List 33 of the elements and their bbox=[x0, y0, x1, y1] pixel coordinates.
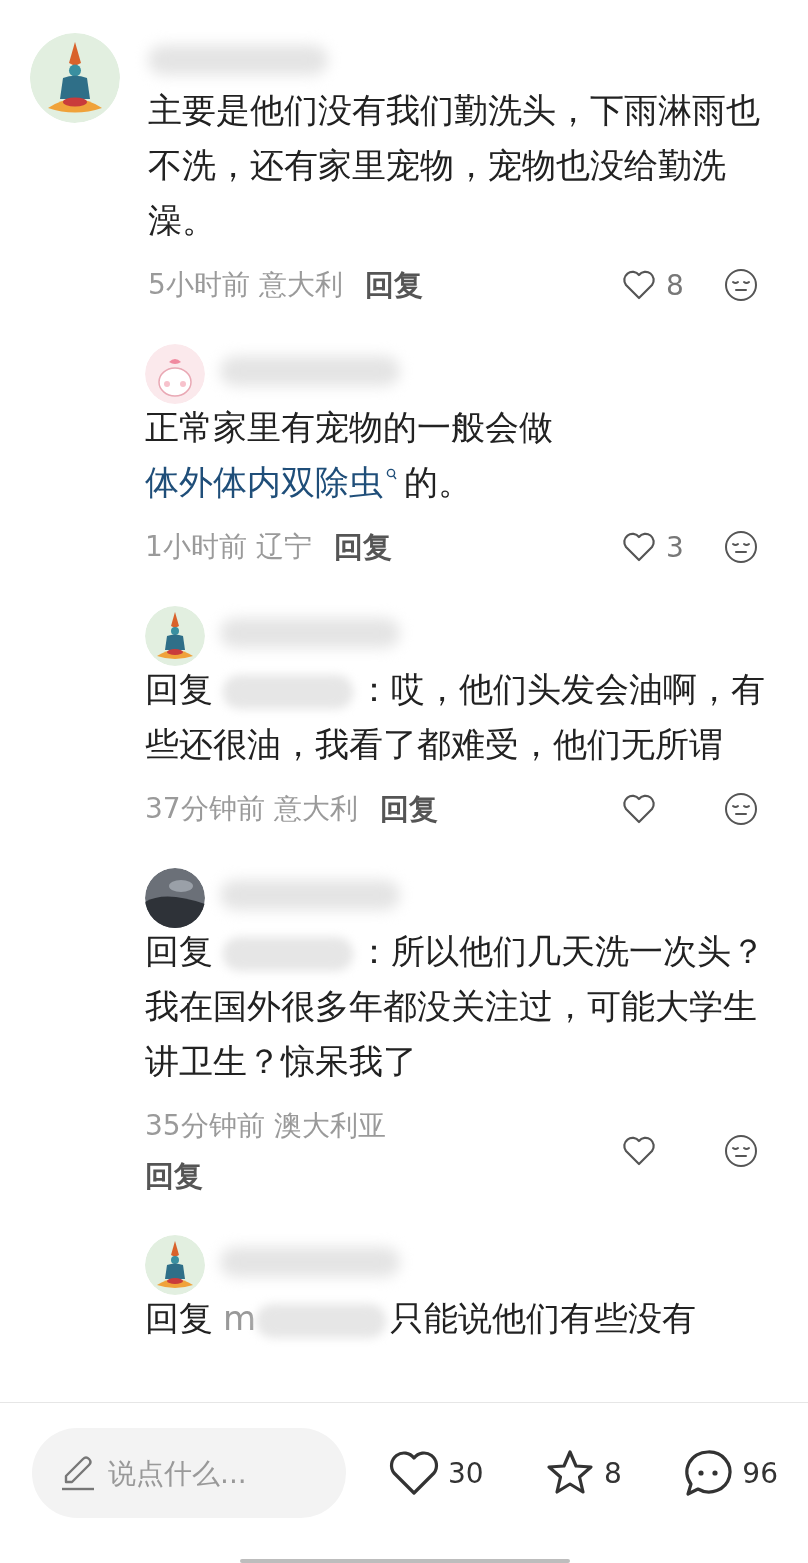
input-pill[interactable]: 说点什么... bbox=[32, 1428, 346, 1518]
heart-icon[interactable] bbox=[622, 532, 656, 562]
comment-input[interactable]: 说点什么... bbox=[106, 1455, 330, 1491]
reply-button[interactable]: 回复 bbox=[333, 522, 392, 572]
heart-icon[interactable] bbox=[622, 794, 656, 824]
comment-meta: 1小时前 辽宁 bbox=[145, 529, 312, 565]
action-count: 96 bbox=[742, 1456, 778, 1490]
comment-meta: 5小时前 意大利 bbox=[148, 267, 343, 303]
comment-icon[interactable] bbox=[682, 1448, 735, 1498]
comment-text: 回复 ：哎，他们头发会油啊，有些还很油，我看了都难受，他们无所谓 bbox=[145, 668, 766, 766]
heart-icon[interactable] bbox=[622, 1136, 656, 1166]
pencil-icon bbox=[60, 1454, 96, 1492]
action-count: 8 bbox=[604, 1456, 622, 1490]
like-count: 8 bbox=[666, 268, 684, 302]
face-icon[interactable] bbox=[724, 530, 758, 564]
action-count: 30 bbox=[448, 1456, 484, 1490]
face-icon[interactable] bbox=[724, 792, 758, 826]
search-icon bbox=[386, 467, 398, 482]
topic-link[interactable]: 体外体内双除虫 bbox=[145, 462, 404, 502]
reply-button[interactable]: 回复 bbox=[379, 784, 438, 834]
comment-text: 主要是他们没有我们勤洗头，下雨淋雨也不洗，还有家里宠物，宠物也没给勤洗澡。 bbox=[148, 89, 761, 242]
comment-meta: 37分钟前 意大利 bbox=[145, 791, 358, 827]
comment-meta: 35分钟前 澳大利亚 bbox=[145, 1108, 386, 1144]
comment-text: 回复 m 只能说他们有些没有 bbox=[145, 1297, 698, 1340]
comment-text: 回复 ：所以他们几天洗一次头？我在国外很多年都没关注过，可能大学生讲卫生？惊呆我了 bbox=[145, 930, 766, 1083]
reply-button[interactable]: 回复 bbox=[364, 260, 423, 310]
like-count: 3 bbox=[666, 530, 684, 564]
face-icon[interactable] bbox=[724, 1134, 758, 1168]
face-icon[interactable] bbox=[724, 268, 758, 302]
reply-button[interactable]: 回复 bbox=[145, 1151, 203, 1201]
heart-icon[interactable] bbox=[622, 270, 656, 300]
comment-text: 正常家里有宠物的一般会做 体外体内双除虫 的。 bbox=[145, 406, 554, 504]
heart-icon[interactable] bbox=[388, 1448, 440, 1498]
